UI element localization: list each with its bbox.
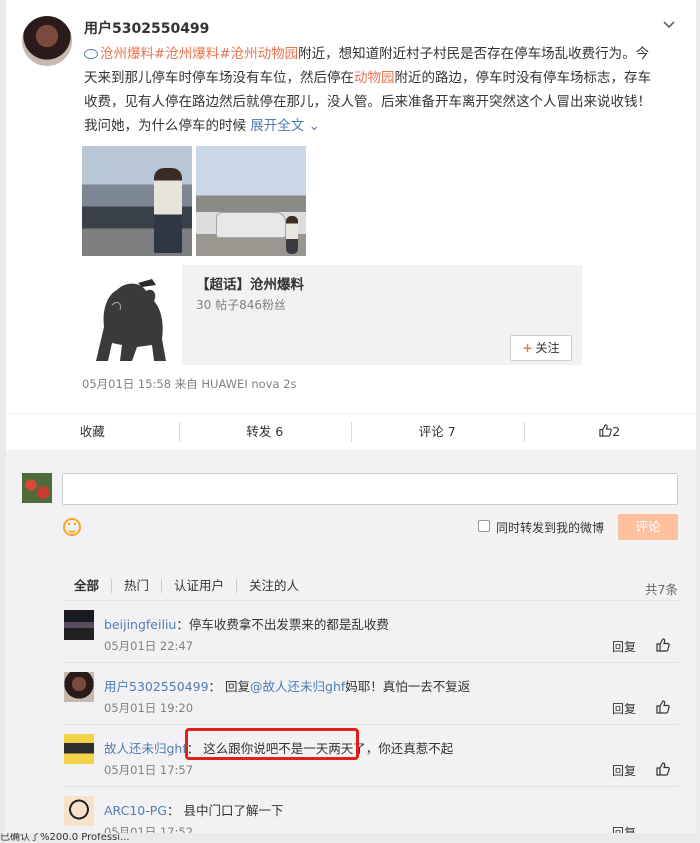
commenter-name[interactable]: 用户5302550499 — [104, 679, 209, 694]
topic-icon — [84, 49, 98, 59]
favorite-button[interactable]: 收藏 — [6, 414, 179, 449]
emoji-icon[interactable] — [63, 518, 81, 536]
super-topic-card[interactable]: 【超话】沧州爆料 30 帖子846粉丝 + 关注 — [82, 265, 582, 365]
topic-link-2[interactable]: 沧州爆料 — [165, 46, 219, 62]
expand-full-text-link[interactable]: 展开全文 ⌄ — [250, 118, 320, 134]
comment-time: 05月01日 17:52 — [104, 825, 194, 833]
post-photo-2[interactable] — [196, 146, 306, 256]
comment-input[interactable] — [62, 473, 678, 505]
tab-all[interactable]: 全部 — [74, 579, 113, 593]
comment-filter-tabs: 全部 热门 认证用户 关注的人 — [74, 579, 323, 593]
thumbs-up-icon[interactable] — [656, 762, 670, 776]
comment-section: 同时转发到我的微博 评论 全部 热门 认证用户 关注的人 共7条 beijing… — [6, 450, 696, 833]
poster-username[interactable]: 用户5302550499 — [84, 18, 209, 38]
commenter-avatar[interactable] — [64, 610, 94, 640]
repost-checkbox-label: 同时转发到我的微博 — [496, 521, 605, 535]
thumbs-up-icon — [599, 424, 613, 437]
comment-text: 妈耶！真怕一去不复返 — [345, 679, 471, 694]
tab-verified[interactable]: 认证用户 — [174, 579, 238, 593]
tab-hot[interactable]: 热门 — [124, 579, 163, 593]
follow-button[interactable]: + 关注 — [510, 335, 572, 361]
reply-button[interactable]: 回复 — [612, 638, 636, 655]
comment-total: 共7条 — [645, 582, 678, 597]
comment-text: 停车收费拿不出发票来的都是乱收费 — [188, 617, 389, 632]
commenter-avatar[interactable] — [64, 734, 94, 764]
plus-icon: + — [522, 341, 533, 355]
red-highlight-box — [185, 728, 359, 760]
comment-time: 05月01日 19:20 — [104, 701, 194, 715]
repost-button[interactable]: 转发 6 — [178, 414, 352, 449]
zoo-link[interactable]: 动物园 — [354, 70, 395, 86]
my-avatar[interactable] — [22, 473, 52, 503]
like-button[interactable]: 2 — [523, 414, 697, 449]
comment-item: ARC10-PG： 县中门口了解一下 05月01日 17:52 回复 — [6, 796, 696, 833]
mention-link[interactable]: @故人还未归ghf — [250, 679, 345, 694]
comment-button[interactable]: 评论 7 — [351, 414, 524, 449]
tab-following[interactable]: 关注的人 — [249, 579, 311, 593]
post-text: 沧州爆料#沧州爆料#沧州动物园附近，想知道附近村子村民是否存在停车场乱收费行为。… — [84, 46, 651, 134]
topic-link-3[interactable]: 沧州动物园 — [231, 46, 299, 62]
commenter-avatar[interactable] — [64, 796, 94, 826]
poster-avatar[interactable] — [22, 16, 72, 66]
comment-time: 05月01日 17:57 — [104, 763, 194, 777]
super-topic-stats: 30 帖子846粉丝 — [196, 298, 286, 312]
reply-button[interactable]: 回复 — [612, 700, 636, 717]
post-action-bar: 收藏 转发 6 评论 7 2 — [6, 413, 696, 449]
thumbs-up-icon[interactable] — [656, 638, 670, 652]
post-meta: 05月01日 15:58 来自 HUAWEI nova 2s — [82, 377, 297, 391]
comment-time: 05月01日 22:47 — [104, 639, 194, 653]
thumbs-up-icon[interactable] — [656, 700, 670, 714]
lion-statue-image — [82, 265, 182, 365]
commenter-avatar[interactable] — [64, 672, 94, 702]
comment-text: 县中门口了解一下 — [183, 803, 284, 818]
commenter-name[interactable]: ARC10-PG — [104, 803, 167, 818]
reply-button[interactable]: 回复 — [612, 762, 636, 779]
commenter-name[interactable]: 故人还未归ghf — [104, 741, 187, 756]
super-topic-title[interactable]: 【超话】沧州爆料 — [196, 273, 304, 293]
reply-button[interactable]: 回复 — [612, 824, 636, 833]
commenter-name[interactable]: beijingfeiliu — [104, 617, 176, 632]
chevron-down-icon[interactable] — [662, 18, 676, 32]
truncated-footer-text: 已确认了%200.0 Professi... — [0, 833, 130, 843]
topic-link-1[interactable]: 沧州爆料 — [84, 46, 154, 62]
submit-comment-button[interactable]: 评论 — [618, 514, 678, 540]
post-photo-1[interactable] — [82, 146, 192, 256]
weibo-post-card: 用户5302550499 沧州爆料#沧州爆料#沧州动物园附近，想知道附近村子村民… — [6, 0, 696, 833]
repost-checkbox[interactable] — [478, 520, 490, 532]
